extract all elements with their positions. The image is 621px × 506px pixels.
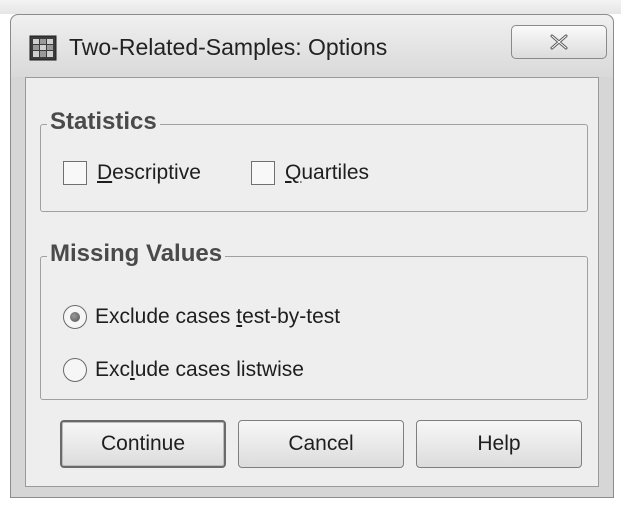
options-dialog: Two-Related-Samples: Options Statistics … (10, 14, 614, 498)
descriptive-checkbox[interactable] (63, 161, 87, 185)
statistics-group-title: Statistics (47, 108, 160, 136)
close-button[interactable] (511, 25, 607, 59)
statistics-group: Statistics Descriptive Quartiles (40, 108, 588, 212)
exclude-listwise-label[interactable]: Exclude cases listwise (95, 358, 304, 382)
radio-selected-dot (70, 312, 80, 322)
exclude-test-by-test-option[interactable]: Exclude cases test-by-test (63, 305, 340, 329)
exclude-test-by-test-label[interactable]: Exclude cases test-by-test (95, 305, 340, 329)
quartiles-option[interactable]: Quartiles (251, 161, 369, 185)
title-bar[interactable]: Two-Related-Samples: Options (11, 15, 613, 77)
background-window-strip (0, 0, 621, 14)
cancel-button[interactable]: Cancel (238, 420, 404, 468)
dialog-body: Statistics Descriptive Quartiles Missing… (25, 77, 599, 487)
exclude-test-by-test-radio[interactable] (63, 305, 87, 329)
quartiles-checkbox[interactable] (251, 161, 275, 185)
close-icon (550, 34, 568, 50)
missing-values-group-title: Missing Values (47, 240, 226, 268)
help-button[interactable]: Help (416, 420, 582, 468)
dialog-title: Two-Related-Samples: Options (69, 34, 388, 60)
exclude-listwise-option[interactable]: Exclude cases listwise (63, 358, 304, 382)
missing-values-group: Missing Values Exclude cases test-by-tes… (40, 240, 588, 400)
quartiles-label[interactable]: Quartiles (285, 161, 369, 185)
descriptive-option[interactable]: Descriptive (63, 161, 201, 185)
descriptive-label[interactable]: Descriptive (97, 161, 201, 185)
continue-button[interactable]: Continue (60, 420, 226, 468)
table-grid-icon (29, 35, 57, 61)
exclude-listwise-radio[interactable] (63, 358, 87, 382)
